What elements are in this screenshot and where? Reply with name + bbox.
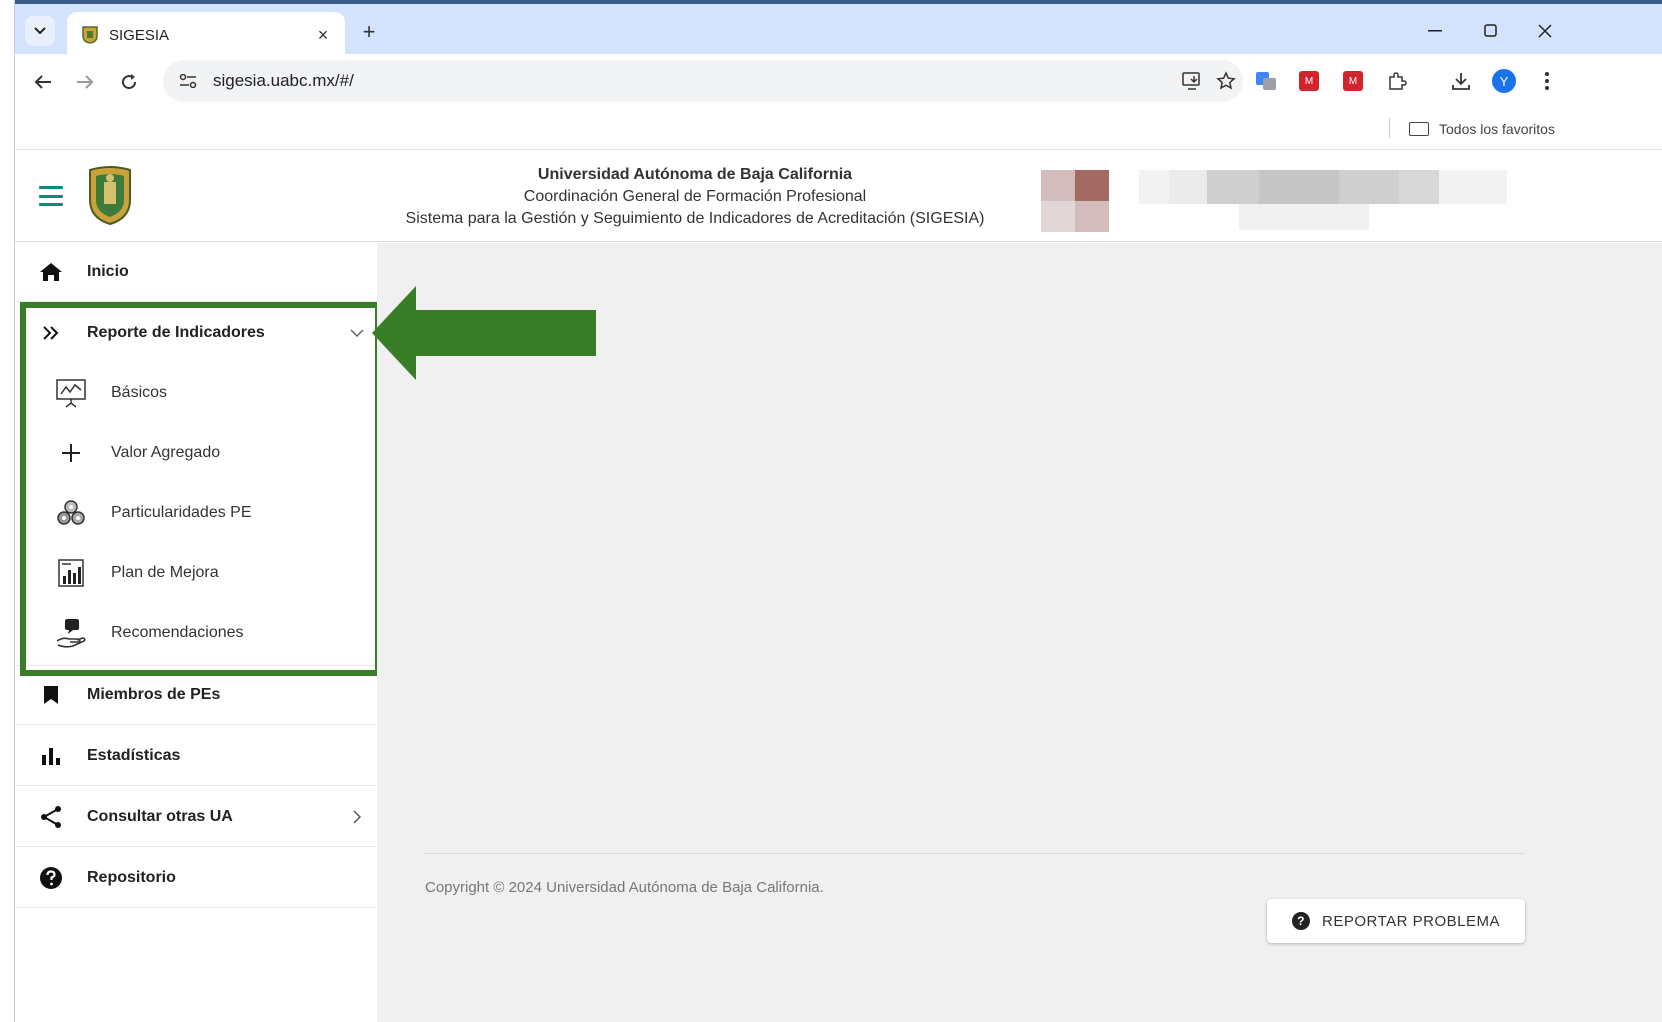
- hand-chat-icon: [15, 617, 111, 649]
- sidebar-item-repositorio[interactable]: Repositorio: [15, 848, 377, 908]
- extension-red-2-icon[interactable]: M: [1340, 68, 1366, 94]
- submenu-item-particularidades-pe[interactable]: Particularidades PE: [15, 483, 377, 543]
- submenu-item-valor-agregado[interactable]: Valor Agregado: [15, 423, 377, 483]
- sidebar-item-consultar-otras-ua[interactable]: Consultar otras UA: [15, 787, 377, 847]
- sidebar: Inicio Reporte de Indicadores Básicos Va…: [15, 242, 377, 1022]
- close-icon: [1538, 24, 1552, 38]
- chevron-right-icon[interactable]: [337, 809, 377, 824]
- share-icon: [15, 805, 87, 829]
- hamburger-menu-icon[interactable]: [39, 186, 63, 206]
- presentation-chart-icon: [15, 378, 111, 408]
- chart-report-icon: [15, 558, 111, 588]
- copyright-text: Copyright © 2024 Universidad Autónoma de…: [425, 879, 824, 896]
- translate-extension-icon[interactable]: [1253, 68, 1279, 94]
- blurred-user-info: [1139, 170, 1507, 230]
- tab-strip: SIGESIA × +: [15, 0, 1662, 58]
- submenu-item-label: Particularidades PE: [111, 504, 252, 521]
- blurred-user-photo: [1041, 170, 1109, 232]
- install-app-icon[interactable]: [1175, 64, 1209, 98]
- minimize-button[interactable]: [1415, 16, 1455, 46]
- app-header: Universidad Autónoma de Baja California …: [15, 150, 1662, 242]
- bar-chart-icon: [15, 746, 87, 766]
- sidebar-item-label: Consultar otras UA: [87, 807, 233, 825]
- double-chevron-right-icon: [15, 326, 87, 340]
- profile-avatar[interactable]: Y: [1491, 68, 1517, 94]
- report-problem-label: REPORTAR PROBLEMA: [1322, 912, 1500, 930]
- submenu-item-recomendaciones[interactable]: Recomendaciones: [15, 603, 377, 663]
- url-text[interactable]: sigesia.uabc.mx/#/: [213, 71, 1175, 91]
- back-button[interactable]: [27, 66, 59, 98]
- uabc-favicon-icon: [81, 26, 99, 44]
- tab-title: SIGESIA: [109, 26, 170, 44]
- sidebar-item-label: Inicio: [87, 262, 129, 280]
- help-circle-icon: ?: [1292, 912, 1310, 930]
- sidebar-item-miembros-pes[interactable]: Miembros de PEs: [15, 665, 377, 725]
- folder-icon: [1409, 122, 1429, 136]
- arrow-left-icon: [372, 286, 596, 380]
- sidebar-item-reporte-indicadores[interactable]: Reporte de Indicadores: [15, 303, 377, 363]
- sidebar-item-estadisticas[interactable]: Estadísticas: [15, 726, 377, 786]
- submenu-item-basicos[interactable]: Básicos: [15, 363, 377, 423]
- footer-divider: [425, 853, 1525, 854]
- submenu-item-label: Básicos: [111, 384, 168, 401]
- home-icon: [15, 262, 87, 282]
- sidebar-item-label: Repositorio: [87, 868, 176, 886]
- sidebar-item-label: Miembros de PEs: [87, 686, 221, 703]
- submenu-item-plan-mejora[interactable]: Plan de Mejora: [15, 543, 377, 603]
- extensions-puzzle-icon[interactable]: [1384, 68, 1410, 94]
- tab-close-button[interactable]: ×: [309, 21, 337, 49]
- arrow-left-icon: [34, 75, 51, 89]
- site-info-icon[interactable]: [175, 68, 201, 94]
- header-titles: Universidad Autónoma de Baja California …: [375, 164, 1015, 230]
- browser-window: SIGESIA × + sigesia.uabc.mx/#/ M M Y Tod…: [14, 0, 1662, 1022]
- uabc-logo: [87, 164, 133, 226]
- browser-toolbar: sigesia.uabc.mx/#/ M M Y: [15, 54, 1662, 108]
- minimize-icon: [1428, 30, 1442, 32]
- sidebar-item-label: Estadísticas: [87, 746, 181, 764]
- coordination-name: Coordinación General de Formación Profes…: [523, 188, 867, 205]
- university-name: Universidad Autónoma de Baja California: [537, 166, 853, 183]
- bookmark-star-icon[interactable]: [1209, 64, 1243, 98]
- help-circle-icon: [15, 866, 87, 890]
- avatar-letter: Y: [1492, 69, 1516, 93]
- reload-button[interactable]: [113, 66, 145, 98]
- submenu-item-label: Valor Agregado: [111, 444, 221, 461]
- plus-icon: [15, 442, 111, 464]
- sidebar-item-label: Reporte de Indicadores: [87, 324, 265, 341]
- report-problem-button[interactable]: ? REPORTAR PROBLEMA: [1267, 899, 1525, 943]
- downloads-icon[interactable]: [1448, 68, 1474, 94]
- arrow-right-icon: [77, 75, 94, 89]
- close-window-button[interactable]: [1525, 16, 1565, 46]
- tab-sigesia[interactable]: SIGESIA ×: [67, 12, 345, 58]
- chevron-down-icon: [34, 27, 46, 35]
- all-bookmarks-button[interactable]: Todos los favoritos: [1409, 116, 1555, 142]
- address-bar[interactable]: sigesia.uabc.mx/#/: [163, 60, 1243, 102]
- bookmarks-bar: Todos los favoritos: [15, 108, 1662, 150]
- forward-button[interactable]: [69, 66, 101, 98]
- bookmarks-separator: [1389, 118, 1390, 138]
- tab-search-dropdown[interactable]: [25, 16, 55, 46]
- browser-menu-icon[interactable]: [1534, 68, 1560, 94]
- maximize-button[interactable]: [1471, 16, 1511, 46]
- bookmark-icon: [15, 685, 87, 705]
- submenu-item-label: Plan de Mejora: [111, 564, 219, 581]
- reload-icon: [122, 74, 137, 90]
- gears-icon: [15, 498, 111, 528]
- submenu-item-label: Recomendaciones: [111, 624, 244, 641]
- system-name: Sistema para la Gestión y Seguimiento de…: [405, 210, 985, 227]
- all-bookmarks-label: Todos los favoritos: [1439, 121, 1555, 137]
- new-tab-button[interactable]: +: [355, 18, 383, 46]
- extension-red-1-icon[interactable]: M: [1296, 68, 1322, 94]
- maximize-icon: [1484, 24, 1497, 37]
- sidebar-item-inicio[interactable]: Inicio: [15, 242, 377, 302]
